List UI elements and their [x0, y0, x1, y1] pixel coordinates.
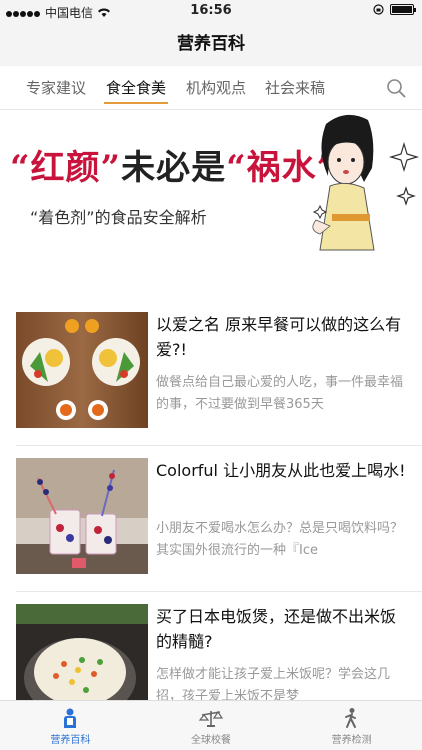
article-desc: 做餐点给自己最心爱的人吃，事一件最幸福的事，不过要做到早餐365天: [156, 375, 404, 412]
tab-institution[interactable]: 机构观点: [182, 66, 250, 110]
bottom-tab-label: 营养检测: [331, 735, 372, 746]
bottom-tab-nutrition-test[interactable]: 营养检测: [281, 701, 422, 750]
tab-food[interactable]: 食全食美: [102, 66, 170, 110]
tab-expert-advice[interactable]: 专家建议: [22, 66, 90, 110]
rotation-lock-icon: [373, 4, 384, 15]
banner-illustration: [312, 114, 420, 251]
bottom-tab-label: 营养百科: [50, 735, 91, 746]
article-list: 以爱之名 原来早餐可以做的这么有爱?! 做餐点给自己最心爱的人吃，事一件最幸福的…: [0, 300, 422, 738]
article-title: 买了日本电饭煲，还是做不出米饭的精髓?: [156, 607, 397, 651]
category-tabs: 专家建议 食全食美 机构观点 社会来稿: [0, 66, 422, 110]
tab-submissions[interactable]: 社会来稿: [261, 66, 329, 110]
article-desc: 小朋友不爱喝水怎么办？总是只喝饮料吗？其实国外很流行的一种『Ice: [156, 521, 404, 558]
person-icon: [64, 708, 77, 728]
battery-icon: [390, 4, 416, 15]
article-title: 以爱之名 原来早餐可以做的这么有爱?!: [156, 315, 402, 359]
status-bar: 中国电信 16:56: [0, 0, 422, 22]
bottom-tab-label: 全球校餐: [191, 735, 231, 746]
walker-icon: [344, 708, 356, 728]
scale-icon: [198, 710, 224, 727]
list-item[interactable]: 以爱之名 原来早餐可以做的这么有爱?! 做餐点给自己最心爱的人吃，事一件最幸福的…: [16, 300, 422, 446]
banner[interactable]: “红颜”未必是“祸水” “着色剂”的食品安全解析: [0, 110, 422, 260]
article-title: Colorful 让小朋友从此也爱上喝水!: [156, 461, 406, 480]
bottom-tab-school-meals[interactable]: 全球校餐: [141, 701, 282, 750]
nav-title: 营养百科: [0, 22, 422, 66]
article-thumbnail: [16, 458, 148, 574]
list-item[interactable]: Colorful 让小朋友从此也爱上喝水! 小朋友不爱喝水怎么办？总是只喝饮料吗…: [16, 446, 422, 592]
bottom-tab-bar: 营养百科 全球校餐 营养检测: [0, 700, 422, 750]
status-time: 16:56: [190, 3, 232, 18]
banner-title: “红颜”未必是“祸水”: [10, 148, 338, 188]
article-thumbnail: [16, 312, 148, 428]
bottom-tab-encyclopedia[interactable]: 营养百科: [0, 701, 141, 750]
banner-subtitle: “着色剂”的食品安全解析: [30, 208, 207, 227]
search-icon[interactable]: [386, 78, 406, 98]
